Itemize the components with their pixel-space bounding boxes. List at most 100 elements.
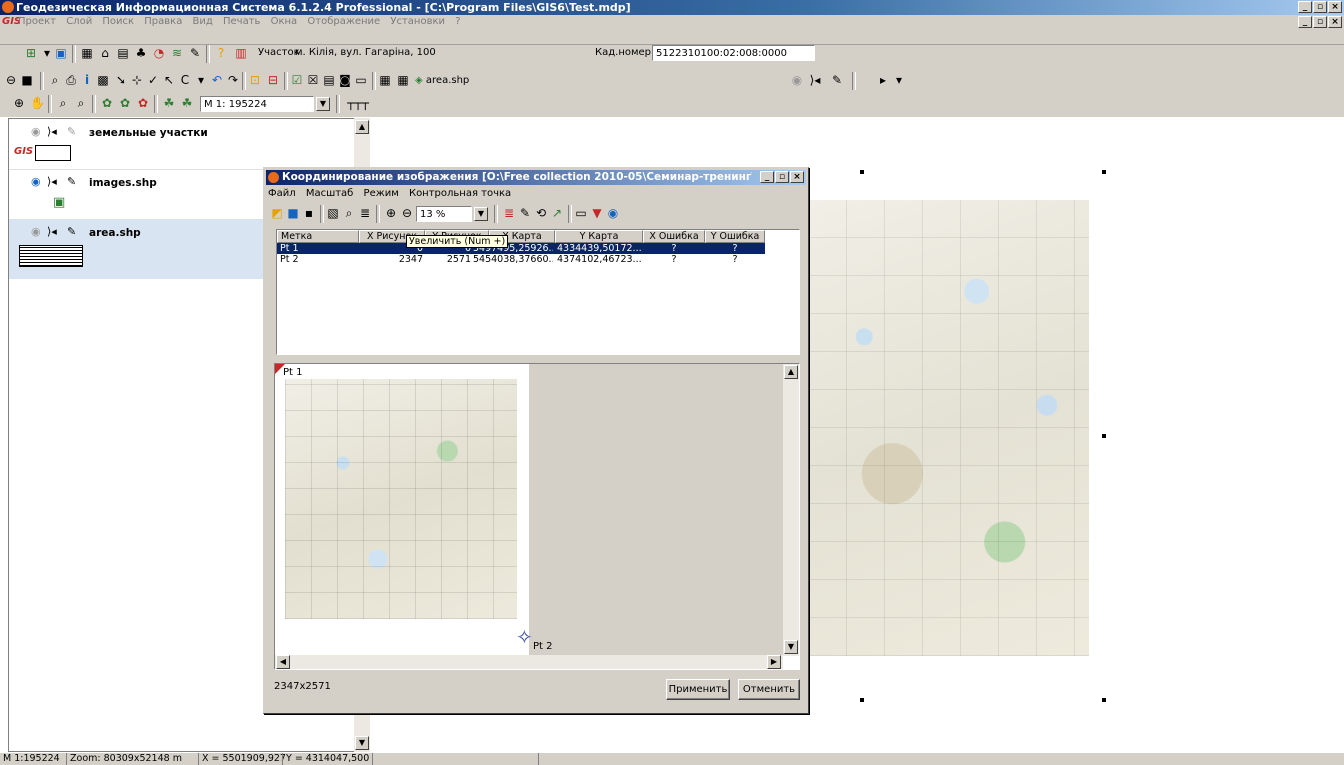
menu-print[interactable]: Печать: [223, 16, 260, 27]
preview-canvas[interactable]: Pt 1 ✧ Pt 2: [275, 364, 783, 656]
visibility-icon[interactable]: ◉: [31, 175, 41, 188]
layers-icon[interactable]: ≋: [170, 46, 184, 60]
cancel-button[interactable]: Отменить: [738, 679, 800, 700]
zoom-icon[interactable]: ⊞: [24, 46, 38, 60]
attribute-grid-icon[interactable]: ▦: [396, 73, 410, 87]
save-file-icon[interactable]: ■: [20, 73, 34, 87]
parcel-field[interactable]: м. Кілія, вул. Гагаріна, 100: [292, 45, 592, 61]
zoom-hand-icon[interactable]: ✋: [30, 96, 45, 110]
dialog-menu-control-point[interactable]: Контрольная точка: [409, 188, 511, 199]
check-icon[interactable]: ☑: [290, 73, 304, 87]
zoom-level-input[interactable]: 13 %: [416, 206, 472, 222]
preview-map-image[interactable]: [285, 379, 517, 619]
select-add-icon[interactable]: ✿: [118, 96, 132, 110]
dialog-title-bar[interactable]: Координирование изображения [O:\Free col…: [266, 170, 806, 185]
layer-item-parcels[interactable]: ◉ ⟩◂ ✎ земельные участки GIS: [9, 119, 355, 170]
menu-project[interactable]: Проект: [18, 16, 56, 27]
selection-handle[interactable]: [1102, 434, 1106, 438]
dropdown-arrow-icon[interactable]: ▾: [892, 73, 906, 87]
scroll-left-button[interactable]: ◀: [276, 655, 290, 669]
open-icon[interactable]: ⊖: [4, 73, 18, 87]
attribute-table-icon[interactable]: ▦: [378, 73, 392, 87]
scroll-up-button[interactable]: ▲: [355, 120, 369, 134]
close-button[interactable]: ×: [1328, 1, 1342, 13]
dropdown-arrow-icon[interactable]: ▾: [40, 46, 54, 60]
layer-copy-icon[interactable]: ☘: [180, 96, 194, 110]
mdi-close-button[interactable]: ×: [1328, 16, 1342, 28]
menu-windows[interactable]: Окна: [271, 16, 298, 27]
save-icon[interactable]: ▣: [54, 46, 68, 60]
dialog-maximize-button[interactable]: ▫: [775, 171, 789, 183]
selection-handle[interactable]: [1102, 170, 1106, 174]
marker-icon[interactable]: ▼: [590, 206, 604, 220]
add-point-icon[interactable]: ≣: [502, 206, 516, 220]
close-image-icon[interactable]: ▪: [302, 206, 316, 220]
select-icon[interactable]: ⟩◂: [47, 225, 57, 238]
cadastral-field[interactable]: 5122310100:02:008:0000: [652, 45, 815, 61]
zoom-prev-icon[interactable]: ⌕: [56, 96, 70, 110]
pt2-marker-icon[interactable]: ✧: [516, 627, 533, 647]
zoom-next-icon[interactable]: ⌕: [74, 96, 88, 110]
select-green-icon[interactable]: ✿: [100, 96, 114, 110]
tree-icon[interactable]: ♣: [134, 46, 148, 60]
redo-icon[interactable]: ↗: [550, 206, 564, 220]
zoom-dropdown-button[interactable]: ▼: [474, 207, 488, 221]
mdi-maximize-button[interactable]: ▫: [1313, 16, 1327, 28]
edit-node-icon[interactable]: ⊹: [130, 73, 144, 87]
grid-icon[interactable]: ▩: [96, 73, 110, 87]
pointer-icon[interactable]: ➘: [114, 73, 128, 87]
dialog-close-button[interactable]: ×: [790, 171, 804, 183]
ruler-icon[interactable]: ┬┬┬: [344, 96, 372, 110]
curve-icon[interactable]: C: [178, 73, 192, 87]
edit-icon[interactable]: ✎: [67, 225, 76, 238]
line-icon[interactable]: ↖: [162, 73, 176, 87]
zoom-in-icon[interactable]: ⊕: [12, 96, 26, 110]
properties-icon[interactable]: ▧: [326, 206, 340, 220]
select-layer-icon[interactable]: ⟩◂: [808, 73, 822, 87]
layer-add-icon[interactable]: ☘: [162, 96, 176, 110]
menu-help[interactable]: ?: [455, 16, 460, 27]
maximize-button[interactable]: ▫: [1313, 1, 1327, 13]
table-icon[interactable]: ▦: [80, 46, 94, 60]
edit-layer-icon[interactable]: ✎: [830, 73, 844, 87]
menu-edit[interactable]: Правка: [144, 16, 182, 27]
select-icon[interactable]: ⟩◂: [47, 175, 57, 188]
building-icon[interactable]: ⌂: [98, 46, 112, 60]
scroll-down-button[interactable]: ▼: [355, 736, 369, 750]
dropdown-arrow-icon[interactable]: ▾: [194, 73, 208, 87]
scroll-up-button[interactable]: ▲: [784, 365, 798, 379]
redo-icon[interactable]: ↷: [226, 73, 240, 87]
selection-handle[interactable]: [860, 170, 864, 174]
search-icon[interactable]: ⌕: [342, 206, 356, 220]
selection-handle[interactable]: [1102, 698, 1106, 702]
edit-icon[interactable]: ✎: [67, 175, 76, 188]
minimize-button[interactable]: _: [1298, 1, 1312, 13]
draw-icon[interactable]: ✓: [146, 73, 160, 87]
menu-view[interactable]: Вид: [193, 16, 213, 27]
scale-input[interactable]: М 1: 195224: [200, 96, 314, 112]
save-icon[interactable]: ■: [286, 206, 300, 220]
map-raster-image[interactable]: [808, 200, 1089, 656]
play-icon[interactable]: ▸: [876, 73, 890, 87]
report-icon[interactable]: ▤: [322, 73, 336, 87]
zoom-in-icon[interactable]: ⊕: [384, 206, 398, 220]
preview-vertical-scrollbar[interactable]: ▲ ▼: [783, 364, 799, 656]
layers-icon[interactable]: ≣: [358, 206, 372, 220]
menu-layer[interactable]: Слой: [66, 16, 92, 27]
image-preview[interactable]: Pt 1 ✧ Pt 2 ▲ ▼ ◀ ▶: [274, 363, 800, 670]
select-remove-icon[interactable]: ✿: [136, 96, 150, 110]
pen-icon[interactable]: ✎: [188, 46, 202, 60]
dialog-menu-mode[interactable]: Режим: [364, 188, 399, 199]
visibility-icon[interactable]: ◉: [790, 73, 804, 87]
scale-dropdown-button[interactable]: ▼: [316, 97, 330, 111]
scroll-right-button[interactable]: ▶: [767, 655, 781, 669]
import-icon[interactable]: ⊟: [266, 73, 280, 87]
edit-point-icon[interactable]: ✎: [518, 206, 532, 220]
preview-horizontal-scrollbar[interactable]: ◀ ▶: [275, 655, 783, 669]
zoom-window-icon[interactable]: ⌕: [48, 73, 62, 87]
print-icon[interactable]: ⎙: [64, 73, 78, 87]
book-icon[interactable]: ▥: [234, 46, 248, 60]
help-icon[interactable]: ?: [214, 46, 228, 60]
active-layer-field[interactable]: ◈ area.shp: [412, 73, 822, 89]
info-icon[interactable]: i: [80, 73, 94, 87]
